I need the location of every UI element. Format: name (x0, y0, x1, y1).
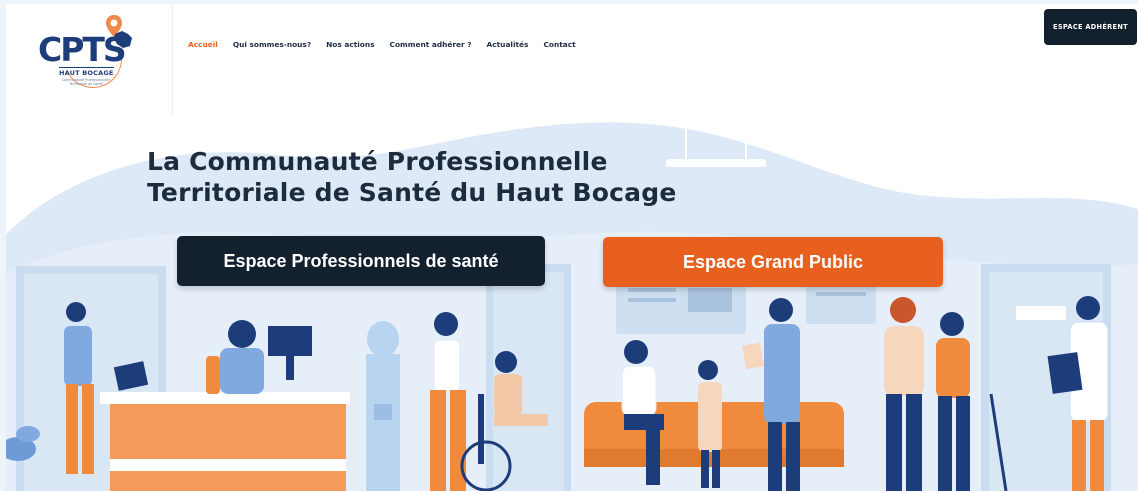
nav-item-nos-actions[interactable]: Nos actions (326, 40, 374, 49)
browser-frame: CPTS HAUT BOCAGE Communauté Professionne… (0, 0, 1138, 491)
main-nav: Accueil Qui sommes-nous? Nos actions Com… (188, 40, 576, 49)
nav-item-qui-sommes-nous[interactable]: Qui sommes-nous? (233, 40, 311, 49)
espace-adherent-button[interactable]: ESPACE ADHÉRENT (1044, 9, 1137, 45)
nav-item-accueil[interactable]: Accueil (188, 40, 218, 49)
site-logo[interactable]: CPTS HAUT BOCAGE Communauté Professionne… (34, 14, 134, 97)
hero-title: La Communauté Professionnelle Territoria… (147, 146, 677, 208)
nav-item-comment-adherer[interactable]: Comment adhérer ? (390, 40, 472, 49)
nav-item-actualites[interactable]: Actualités (487, 40, 529, 49)
header-divider (172, 4, 173, 114)
nav-item-contact[interactable]: Contact (543, 40, 575, 49)
hero-title-line1: La Communauté Professionnelle (147, 147, 608, 176)
page: CPTS HAUT BOCAGE Communauté Professionne… (6, 4, 1138, 491)
hero-illustration (6, 264, 1111, 491)
hero-title-line2: Territoriale de Santé du Haut Bocage (147, 178, 677, 207)
espace-professionnels-button[interactable]: Espace Professionnels de santé (177, 236, 545, 286)
espace-grand-public-button[interactable]: Espace Grand Public (603, 237, 943, 287)
logo-tagline: HAUT BOCAGE (59, 67, 114, 77)
logo-subtitle: Communauté Professionnelle Territoriale … (61, 78, 111, 86)
map-icon (114, 31, 132, 48)
